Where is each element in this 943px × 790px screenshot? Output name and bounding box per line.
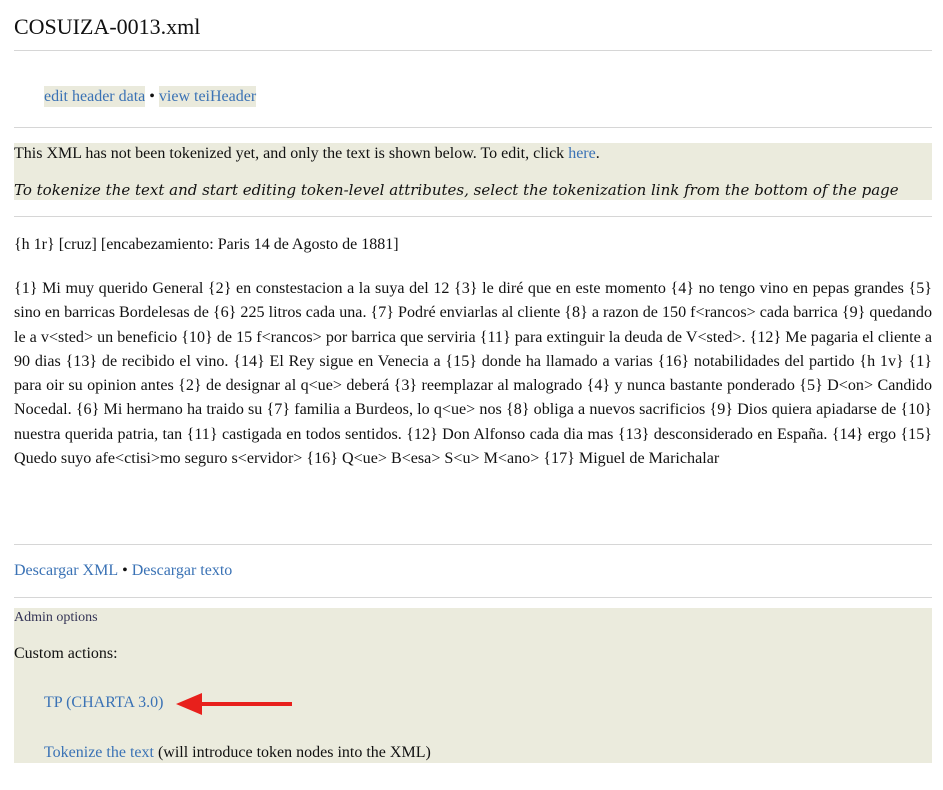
divider — [14, 597, 932, 598]
notice-text: This XML has not been tokenized yet, and… — [14, 145, 565, 162]
notice-period: . — [595, 145, 600, 162]
header-links: edit header data • view teiHeader — [44, 86, 257, 107]
divider — [14, 127, 932, 128]
tokenize-note: (will introduce token nodes into the XML… — [157, 744, 431, 761]
tp-charta-link[interactable]: TP (CHARTA 3.0) — [44, 694, 163, 712]
tokenize-text-link[interactable]: Tokenize the text — [44, 744, 154, 761]
admin-options-panel: Admin options Custom actions: TP (CHARTA… — [14, 608, 932, 763]
document-body-text: {1} Mi muy querido General {2} en conste… — [14, 280, 932, 468]
custom-actions-label: Custom actions: — [14, 645, 118, 662]
bullet-separator: • — [122, 562, 128, 579]
red-arrow-left-icon — [176, 693, 292, 715]
download-links: Descargar XML • Descargar texto — [14, 562, 232, 580]
divider — [14, 544, 932, 545]
page-title: COSUIZA-0013.xml — [14, 14, 201, 39]
edit-header-data-link[interactable]: edit header data — [44, 86, 146, 107]
tokenization-notice: This XML has not been tokenized yet, and… — [14, 143, 932, 200]
admin-options-title: Admin options — [14, 610, 98, 625]
divider — [14, 50, 932, 51]
edit-here-link[interactable]: here — [568, 145, 596, 162]
document-header-line: {h 1r} [cruz] [encabezamiento: Paris 14 … — [14, 236, 399, 253]
notice-line: This XML has not been tokenized yet, and… — [14, 145, 600, 163]
tokenize-hint: To tokenize the text and start editing t… — [14, 181, 899, 199]
tokenize-row: Tokenize the text (will introduce token … — [44, 744, 431, 762]
divider — [14, 216, 932, 217]
bullet-separator: • — [149, 88, 155, 105]
download-xml-link[interactable]: Descargar XML — [14, 562, 118, 579]
download-text-link[interactable]: Descargar texto — [132, 562, 233, 579]
view-teiheader-link[interactable]: view teiHeader — [158, 86, 257, 107]
